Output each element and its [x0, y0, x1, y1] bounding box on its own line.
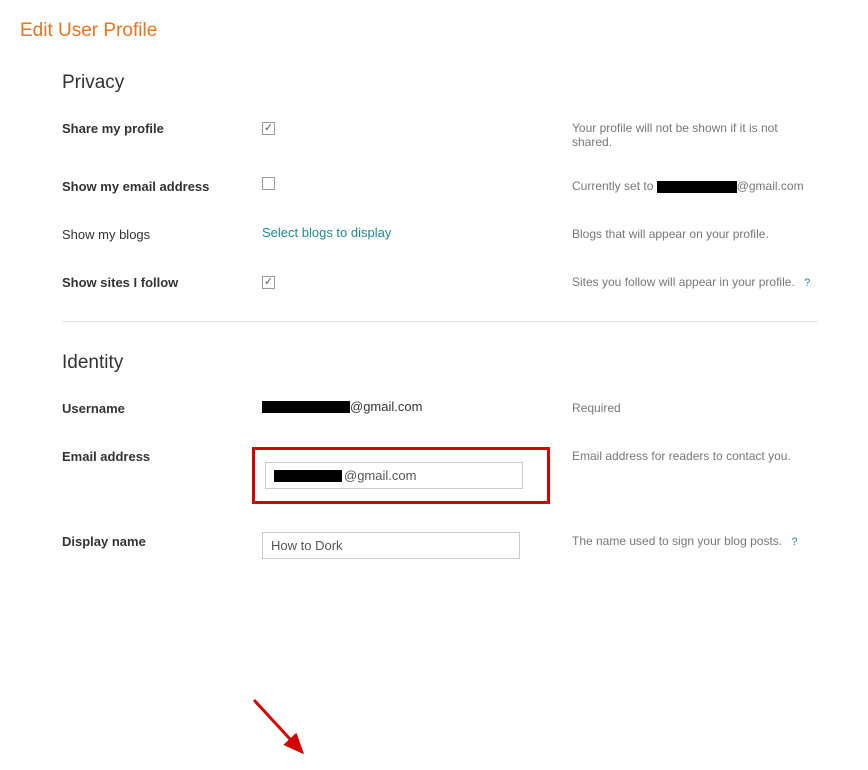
privacy-section: Privacy Share my profile Your profile wi… [62, 72, 818, 322]
help-icon[interactable]: ? [791, 536, 797, 548]
show-blogs-desc: Blogs that will appear on your profile. [572, 225, 818, 241]
show-sites-row: Show sites I follow Sites you follow wil… [62, 273, 818, 293]
identity-heading: Identity [62, 352, 818, 374]
email-label: Email address [62, 447, 262, 464]
username-label: Username [62, 399, 262, 416]
show-email-checkbox[interactable] [262, 177, 275, 190]
share-profile-row: Share my profile Your profile will not b… [62, 119, 818, 149]
section-divider [62, 321, 818, 322]
masked-email [657, 181, 737, 193]
show-email-row: Show my email address Currently set to @… [62, 177, 818, 197]
show-blogs-label: Show my blogs [62, 225, 262, 242]
select-blogs-link[interactable]: Select blogs to display [262, 225, 391, 240]
email-input[interactable]: @gmail.com [265, 462, 523, 489]
show-blogs-row: Show my blogs Select blogs to display Bl… [62, 225, 818, 245]
display-name-desc: The name used to sign your blog posts. ? [572, 532, 818, 548]
share-profile-checkbox[interactable] [262, 122, 275, 135]
display-name-label: Display name [62, 532, 262, 549]
help-icon[interactable]: ? [804, 277, 810, 289]
show-email-label: Show my email address [62, 177, 262, 194]
masked-email-input [274, 470, 342, 482]
privacy-heading: Privacy [62, 72, 818, 94]
share-profile-label: Share my profile [62, 119, 262, 136]
show-email-desc: Currently set to @gmail.com [572, 177, 818, 193]
display-name-input[interactable] [262, 532, 520, 559]
show-sites-label: Show sites I follow [62, 273, 262, 290]
show-sites-desc: Sites you follow will appear in your pro… [572, 273, 818, 289]
username-row: Username @gmail.com Required [62, 399, 818, 419]
email-row: Email address @gmail.com Email address f… [62, 447, 818, 504]
email-highlight-box: @gmail.com [252, 447, 550, 504]
show-sites-checkbox[interactable] [262, 276, 275, 289]
display-name-row: Display name The name used to sign your … [62, 532, 818, 559]
masked-username [262, 401, 350, 413]
share-profile-desc: Your profile will not be shown if it is … [572, 119, 818, 149]
username-value: @gmail.com [262, 399, 422, 414]
annotation-arrow [244, 690, 324, 770]
page-title: Edit User Profile [20, 20, 848, 42]
email-desc: Email address for readers to contact you… [572, 447, 818, 463]
username-desc: Required [572, 399, 818, 415]
identity-section: Identity Username @gmail.com Required Em… [62, 352, 818, 559]
